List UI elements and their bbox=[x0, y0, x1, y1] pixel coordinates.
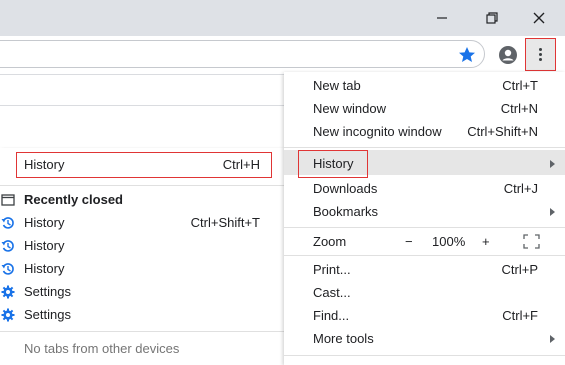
recently-closed-item[interactable]: History Ctrl+Shift+T bbox=[0, 211, 284, 234]
recently-closed-item[interactable]: History bbox=[0, 234, 284, 257]
more-vert-icon bbox=[539, 48, 542, 61]
recently-closed-item-shortcut: Ctrl+Shift+T bbox=[190, 215, 260, 230]
menu-item-print[interactable]: Print... Ctrl+P bbox=[284, 258, 565, 281]
close-window-button[interactable] bbox=[516, 0, 562, 36]
new-tab-label: New tab bbox=[313, 78, 361, 93]
recently-closed-heading: Recently closed bbox=[0, 188, 284, 211]
tab-window-icon bbox=[1, 194, 15, 206]
chrome-main-menu: New tab Ctrl+T New window Ctrl+N New inc… bbox=[284, 72, 565, 365]
zoom-value: 100% bbox=[432, 234, 466, 249]
history-clock-icon bbox=[1, 263, 14, 275]
menu-item-bookmarks[interactable]: Bookmarks bbox=[284, 200, 565, 223]
restore-icon bbox=[486, 12, 498, 24]
new-window-label: New window bbox=[313, 101, 386, 116]
find-label: Find... bbox=[313, 308, 350, 323]
settings-gear-icon bbox=[1, 308, 15, 322]
history-clock-icon bbox=[1, 217, 14, 229]
minimize-icon bbox=[437, 17, 447, 19]
menu-separator bbox=[0, 331, 284, 332]
menu-item-new-incognito[interactable]: New incognito window Ctrl+Shift+N bbox=[284, 120, 565, 143]
bookmark-star-icon[interactable] bbox=[457, 45, 477, 65]
menu-item-history[interactable]: History bbox=[284, 152, 565, 175]
downloads-label: Downloads bbox=[313, 181, 378, 196]
history-header-label: History bbox=[24, 157, 65, 172]
settings-gear-icon bbox=[1, 285, 15, 299]
page-divider bbox=[0, 105, 284, 106]
print-shortcut: Ctrl+P bbox=[501, 262, 538, 277]
menu-separator bbox=[284, 147, 565, 148]
recently-closed-item-label: History bbox=[24, 215, 65, 230]
menu-separator bbox=[0, 185, 284, 186]
history-clock-icon bbox=[1, 240, 14, 252]
zoom-out-button[interactable]: − bbox=[405, 230, 413, 253]
recently-closed-label: Recently closed bbox=[24, 192, 123, 207]
menu-separator bbox=[284, 355, 565, 356]
zoom-label: Zoom bbox=[313, 234, 347, 249]
more-tools-label: More tools bbox=[313, 331, 374, 346]
find-shortcut: Ctrl+F bbox=[502, 308, 538, 323]
other-devices-label: No tabs from other devices bbox=[24, 341, 180, 356]
cast-label: Cast... bbox=[313, 285, 351, 300]
recently-closed-item[interactable]: Settings bbox=[0, 280, 284, 303]
submenu-arrow-icon bbox=[550, 160, 555, 168]
menu-item-more-tools[interactable]: More tools bbox=[284, 327, 565, 350]
menu-separator bbox=[284, 255, 565, 256]
recently-closed-item[interactable]: Settings bbox=[0, 303, 284, 326]
menu-item-new-window[interactable]: New window Ctrl+N bbox=[284, 97, 565, 120]
new-incognito-label: New incognito window bbox=[313, 124, 442, 139]
profile-avatar-icon[interactable] bbox=[498, 45, 518, 65]
recently-closed-item-label: Settings bbox=[24, 307, 71, 322]
chrome-menu-button[interactable] bbox=[525, 38, 556, 71]
other-devices-note: No tabs from other devices bbox=[0, 337, 284, 360]
submenu-arrow-icon bbox=[550, 335, 555, 343]
new-tab-shortcut: Ctrl+T bbox=[502, 78, 538, 93]
restore-button[interactable] bbox=[469, 0, 515, 36]
print-label: Print... bbox=[313, 262, 351, 277]
menu-item-cast[interactable]: Cast... bbox=[284, 281, 565, 304]
submenu-arrow-icon bbox=[550, 208, 555, 216]
minimize-button[interactable] bbox=[419, 0, 465, 36]
recently-closed-item[interactable]: History bbox=[0, 257, 284, 280]
toolbar-divider bbox=[0, 74, 284, 75]
menu-item-new-tab[interactable]: New tab Ctrl+T bbox=[284, 74, 565, 97]
recently-closed-item-label: History bbox=[24, 261, 65, 276]
recently-closed-item-label: History bbox=[24, 238, 65, 253]
menu-item-downloads[interactable]: Downloads Ctrl+J bbox=[284, 177, 565, 200]
history-header-shortcut: Ctrl+H bbox=[222, 157, 260, 172]
history-submenu: History Ctrl+H Recently closed History C… bbox=[0, 148, 285, 365]
menu-item-zoom: Zoom − 100% + bbox=[284, 230, 565, 253]
new-window-shortcut: Ctrl+N bbox=[500, 101, 538, 116]
close-icon bbox=[533, 12, 545, 24]
browser-toolbar bbox=[0, 36, 565, 74]
bookmarks-label: Bookmarks bbox=[313, 204, 379, 219]
zoom-in-button[interactable]: + bbox=[482, 230, 490, 253]
recently-closed-item-label: Settings bbox=[24, 284, 71, 299]
history-submenu-header[interactable]: History Ctrl+H bbox=[0, 153, 284, 176]
menu-separator bbox=[284, 227, 565, 228]
menu-item-find[interactable]: Find... Ctrl+F bbox=[284, 304, 565, 327]
address-bar[interactable] bbox=[0, 40, 485, 68]
new-incognito-shortcut: Ctrl+Shift+N bbox=[467, 124, 538, 139]
history-label: History bbox=[313, 156, 354, 171]
downloads-shortcut: Ctrl+J bbox=[503, 181, 538, 196]
fullscreen-icon[interactable] bbox=[523, 234, 540, 249]
title-bar bbox=[0, 0, 565, 36]
